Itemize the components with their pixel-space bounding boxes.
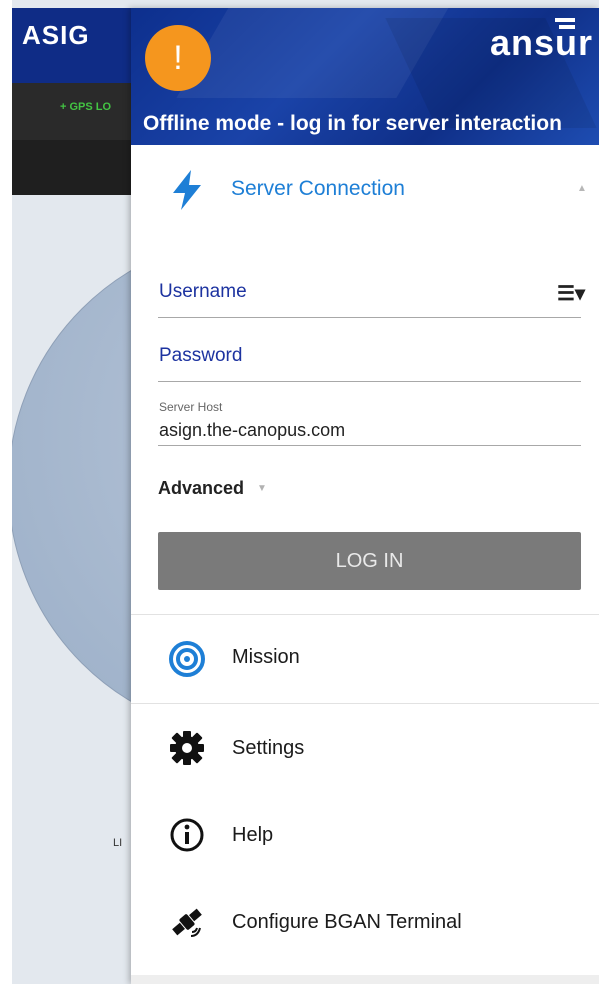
background-left-edge	[0, 0, 12, 984]
drawer-bottom-strip	[131, 975, 599, 984]
username-field[interactable]: Username ☰▾	[158, 273, 585, 318]
menu-item-help[interactable]: Help	[131, 791, 599, 879]
offline-banner: Offline mode - log in for server interac…	[143, 112, 562, 135]
menu-item-configure-bgan[interactable]: Configure BGAN Terminal	[131, 878, 599, 966]
satellite-icon	[172, 908, 202, 937]
server-connection-title[interactable]: Server Connection	[231, 177, 405, 201]
background-dark-bar	[12, 140, 132, 195]
menu-label-settings: Settings	[232, 737, 305, 759]
target-icon	[169, 641, 205, 677]
server-host-value[interactable]: asign.the-canopus.com	[159, 420, 345, 441]
server-connection-section: Server Connection ▲ Username ☰▾ Password…	[131, 145, 599, 613]
password-field[interactable]: Password	[158, 337, 581, 382]
gear-icon	[170, 731, 204, 765]
background-gps-button[interactable]: + GPS LO	[60, 101, 111, 113]
username-label: Username	[159, 281, 247, 302]
info-icon	[170, 818, 204, 852]
menu-label-configure-bgan: Configure BGAN Terminal	[232, 911, 462, 933]
alert-icon[interactable]: !	[145, 25, 211, 91]
collapse-arrow-icon[interactable]: ▲	[577, 183, 587, 194]
advanced-toggle[interactable]: Advanced	[158, 478, 244, 499]
background-live-label: LI	[113, 837, 123, 849]
menu-item-settings[interactable]: Settings	[131, 703, 599, 792]
menu-item-mission[interactable]: Mission	[131, 614, 599, 703]
background-logo: ASIG	[22, 20, 90, 50]
drawer-header: ! ansur Offline mode - log in for server…	[131, 8, 599, 145]
login-button[interactable]: LOG IN	[158, 532, 581, 590]
menu-label-help: Help	[232, 824, 274, 846]
chevron-down-icon[interactable]: ▼	[257, 483, 267, 494]
server-host-label: Server Host	[159, 400, 223, 414]
brand-logo: ansur	[489, 22, 593, 63]
lightning-icon	[173, 170, 201, 210]
username-menu-icon[interactable]: ☰▾	[557, 281, 585, 306]
server-host-field[interactable]: Server Host asign.the-canopus.com	[158, 400, 581, 446]
password-label: Password	[159, 345, 243, 366]
navigation-drawer: ! ansur Offline mode - log in for server…	[131, 8, 599, 984]
menu-label-mission: Mission	[232, 646, 300, 668]
